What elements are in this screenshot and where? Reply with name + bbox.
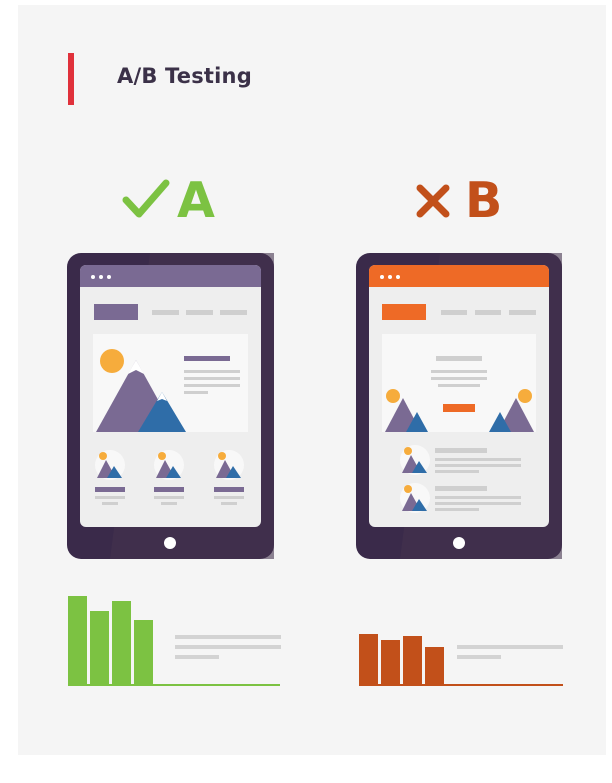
chart-a-text-placeholder	[175, 655, 219, 659]
sun-icon	[386, 389, 400, 403]
hero-text-placeholder	[184, 391, 208, 394]
window-dot	[99, 275, 103, 279]
chart-bar	[134, 620, 153, 684]
chart-bar	[359, 634, 378, 684]
logo-placeholder	[382, 304, 426, 320]
chart-bar	[90, 611, 109, 684]
tablet-b-topbar	[369, 265, 549, 287]
home-button	[164, 537, 176, 549]
hero-text-placeholder	[431, 377, 487, 380]
chart-bar	[381, 640, 400, 684]
hero-heading-placeholder	[436, 356, 482, 361]
illustration	[67, 253, 563, 686]
sun-icon	[100, 349, 124, 373]
window-dot	[380, 275, 384, 279]
tablet-b	[356, 253, 562, 559]
chart-b-text-placeholder	[457, 655, 501, 659]
logo-placeholder	[94, 304, 138, 320]
feature-item	[154, 450, 184, 505]
chart-a-text-placeholder	[175, 635, 281, 639]
chart-bar	[403, 636, 422, 684]
chart-bar	[68, 596, 87, 684]
chart-b-text-placeholder	[457, 645, 563, 649]
nav-placeholder	[475, 310, 501, 315]
window-dot	[107, 275, 111, 279]
sun-icon	[518, 389, 532, 403]
nav-placeholder	[220, 310, 247, 315]
nav-placeholder	[441, 310, 467, 315]
cta-placeholder	[443, 404, 475, 412]
hero-text-placeholder	[438, 384, 480, 387]
nav-placeholder	[152, 310, 179, 315]
feature-item	[214, 450, 244, 505]
nav-placeholder	[509, 310, 536, 315]
nav-placeholder	[186, 310, 213, 315]
window-dot	[396, 275, 400, 279]
tablet-a-topbar	[80, 265, 261, 287]
chart-bar	[112, 601, 131, 684]
result-chart-a	[68, 596, 153, 684]
hero-text-placeholder	[184, 377, 240, 380]
hero-text-placeholder	[184, 384, 240, 387]
tablet-a	[67, 253, 274, 559]
chart-bar	[425, 647, 444, 684]
window-dot	[388, 275, 392, 279]
hero-heading-placeholder	[184, 356, 230, 361]
result-chart-b	[359, 634, 444, 684]
home-button	[453, 537, 465, 549]
hero-text-placeholder	[431, 370, 487, 373]
chart-a-text-placeholder	[175, 645, 281, 649]
hero-text-placeholder	[184, 370, 240, 373]
window-dot	[91, 275, 95, 279]
feature-item	[95, 450, 125, 505]
